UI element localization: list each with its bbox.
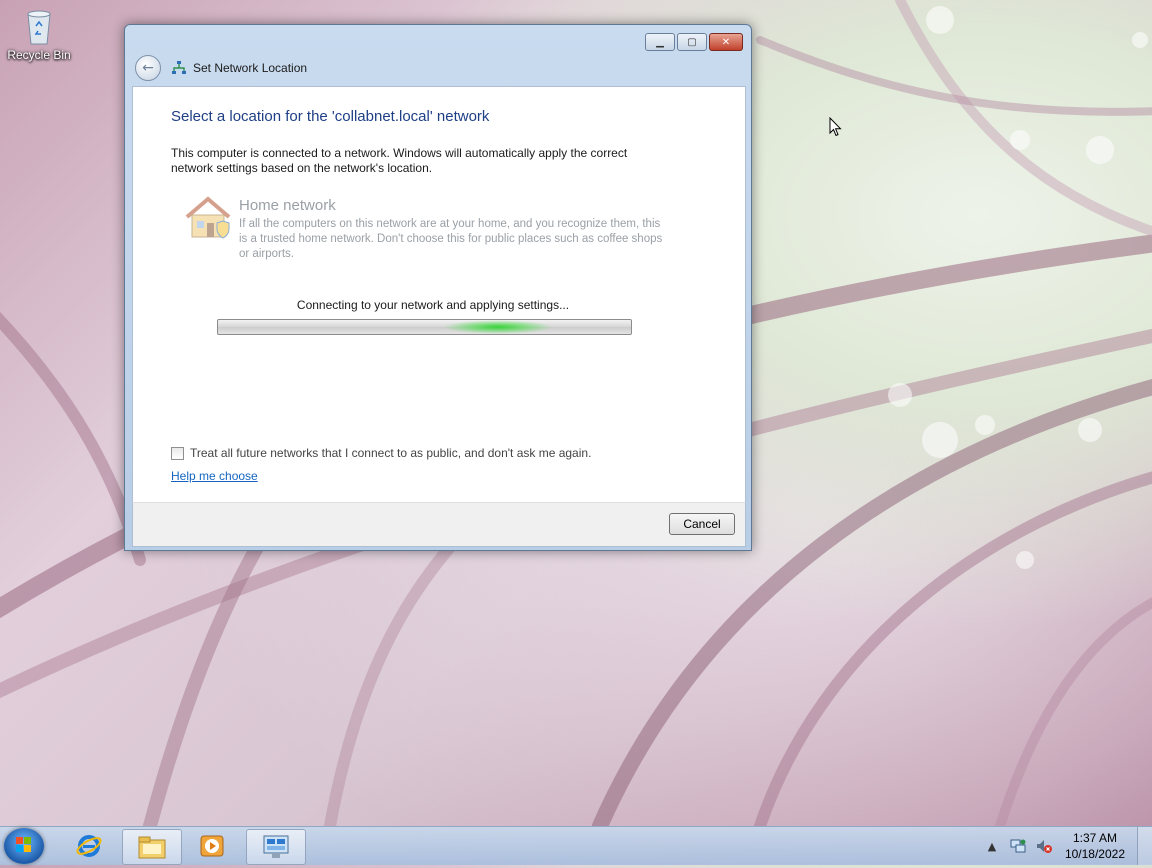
network-icon: [172, 61, 186, 74]
desktop-icon-recycle-bin[interactable]: Recycle Bin: [4, 6, 74, 62]
taskbar-file-explorer[interactable]: [122, 829, 182, 865]
system-tray: ▲ 1:37 AM 10/18/2022: [979, 827, 1152, 865]
show-desktop-button[interactable]: [1137, 827, 1152, 865]
windows-logo-icon: [16, 837, 31, 852]
window-title: Set Network Location: [193, 61, 308, 75]
progress-indicator: [443, 320, 553, 334]
taskbar-network-location[interactable]: [246, 829, 306, 865]
set-network-location-window: ▁ ▢ ✕ ← Set Network Location Select a lo…: [124, 24, 752, 551]
clock[interactable]: 1:37 AM 10/18/2022: [1065, 830, 1125, 862]
speaker-muted-icon: [1036, 840, 1052, 853]
volume-tray-button[interactable]: [1036, 838, 1052, 854]
back-arrow-icon: ←: [142, 60, 154, 76]
show-hidden-icons-button[interactable]: ▲: [984, 838, 1000, 854]
minimize-button[interactable]: ▁: [645, 33, 675, 51]
network-tray-button[interactable]: [1010, 838, 1026, 854]
desktop-icon-label: Recycle Bin: [7, 48, 71, 62]
media-player-icon: [200, 835, 224, 857]
chevron-up-icon: ▲: [987, 839, 997, 853]
close-button[interactable]: ✕: [709, 33, 743, 51]
title-bar: ← Set Network Location: [135, 55, 307, 81]
taskbar-media-player[interactable]: [183, 829, 241, 863]
network-location-icon: [263, 835, 289, 858]
maximize-icon: ▢: [687, 36, 697, 48]
public-networks-checkbox-row[interactable]: Treat all future networks that I connect…: [171, 446, 591, 460]
maximize-button[interactable]: ▢: [677, 33, 707, 51]
taskbar-internet-explorer[interactable]: [60, 829, 118, 863]
file-explorer-icon: [138, 836, 166, 859]
option-description: If all the computers on this network are…: [239, 218, 663, 260]
progress-bar: [217, 319, 632, 335]
page-heading: Select a location for the 'collabnet.loc…: [171, 108, 490, 125]
clock-date: 10/18/2022: [1064, 847, 1125, 861]
back-button[interactable]: ←: [135, 55, 161, 81]
clock-time: 1:37 AM: [1072, 831, 1117, 845]
option-title: Home network: [239, 197, 336, 214]
minimize-icon: ▁: [656, 36, 664, 48]
dialog-footer: Cancel: [132, 502, 746, 547]
public-networks-checkbox[interactable]: [171, 446, 184, 460]
dialog-content: Select a location for the 'collabnet.loc…: [132, 86, 746, 504]
cancel-button[interactable]: Cancel: [669, 513, 735, 535]
checkbox-label[interactable]: Treat all future networks that I connect…: [190, 446, 591, 460]
mouse-cursor-icon: [829, 117, 842, 137]
caption-buttons: ▁ ▢ ✕: [645, 33, 743, 51]
internet-explorer-icon: [76, 835, 102, 857]
home-icon: [185, 196, 231, 239]
taskbar: ▲ 1:37 AM 10/18/2022: [0, 826, 1152, 865]
recycle-bin-icon: [23, 6, 55, 46]
help-me-choose-link[interactable]: Help me choose: [171, 469, 258, 483]
progress-label: Connecting to your network and applying …: [296, 298, 570, 312]
intro-text: This computer is connected to a network.…: [171, 146, 628, 175]
network-status-icon: [1010, 839, 1026, 853]
close-icon: ✕: [721, 36, 731, 48]
start-button[interactable]: [4, 828, 44, 864]
